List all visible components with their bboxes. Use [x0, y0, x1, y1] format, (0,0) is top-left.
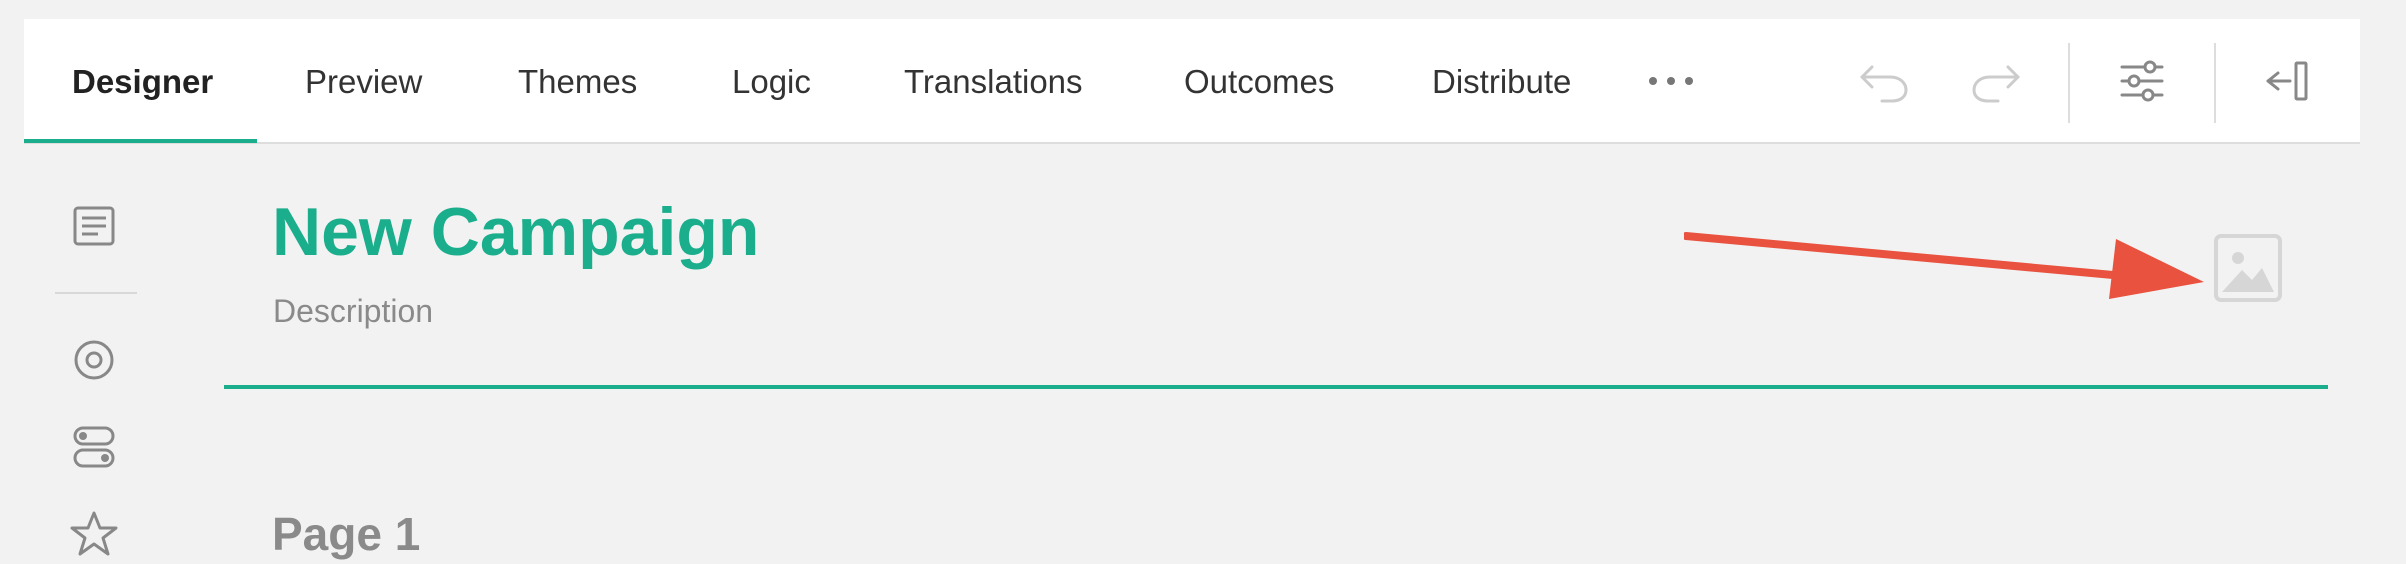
page-title[interactable]: Page 1: [272, 504, 420, 564]
toolbar-divider: [2214, 43, 2216, 123]
campaign-title[interactable]: New Campaign: [272, 192, 759, 272]
tab-preview[interactable]: Preview: [305, 19, 422, 144]
star-icon[interactable]: [69, 509, 119, 559]
image-icon[interactable]: [2212, 232, 2284, 304]
toggles-icon[interactable]: [69, 422, 119, 472]
tab-translations[interactable]: Translations: [904, 19, 1083, 144]
redo-icon[interactable]: [1964, 49, 2028, 113]
header-divider: [224, 385, 2328, 389]
page-icon[interactable]: [69, 202, 119, 252]
radio-target-icon[interactable]: [69, 335, 119, 385]
top-nav-bar: Designer Preview Themes Logic Translatio…: [24, 19, 2360, 144]
campaign-description[interactable]: Description: [273, 291, 433, 331]
tab-designer[interactable]: Designer: [72, 19, 213, 144]
tab-logic[interactable]: Logic: [732, 19, 811, 144]
undo-icon[interactable]: [1852, 49, 1916, 113]
more-horizontal-icon[interactable]: [1646, 71, 1696, 91]
sliders-icon[interactable]: [2110, 49, 2174, 113]
tab-distribute[interactable]: Distribute: [1432, 19, 1571, 144]
annotation-arrow: [1684, 232, 2204, 299]
collapse-panel-icon[interactable]: [2256, 49, 2320, 113]
app-frame: Designer Preview Themes Logic Translatio…: [24, 19, 2360, 560]
tab-outcomes[interactable]: Outcomes: [1184, 19, 1334, 144]
sidebar-divider: [55, 292, 137, 294]
active-tab-indicator: [24, 139, 257, 143]
tab-themes[interactable]: Themes: [518, 19, 637, 144]
left-sidebar: [24, 144, 154, 556]
toolbar-divider: [2068, 43, 2070, 123]
